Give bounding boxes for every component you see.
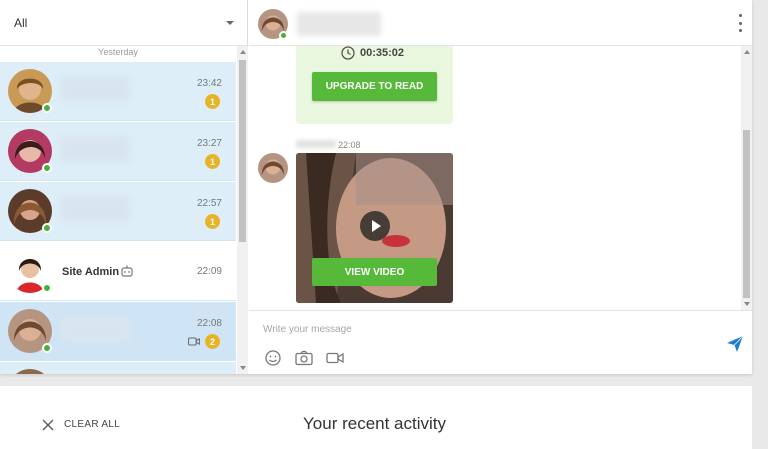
online-indicator — [279, 31, 288, 40]
timer: 00:35:02 — [360, 47, 405, 59]
message-time: 22:08 — [338, 140, 361, 150]
close-icon[interactable] — [42, 419, 54, 431]
clear-all-button[interactable]: CLEAR ALL — [64, 419, 120, 430]
blurred-username — [60, 196, 130, 222]
message-composer — [249, 310, 752, 374]
recent-activity-bar: CLEAR ALL Your recent activity — [0, 386, 752, 449]
recent-activity-title: Your recent activity — [303, 414, 446, 433]
message-input[interactable] — [263, 321, 703, 337]
chat-header — [249, 0, 752, 46]
conversation-time: 22:09 — [196, 266, 222, 277]
message-thread: 00:35:02 UPGRADE TO READ 22:08 VIEW VIDE — [249, 46, 741, 310]
upgrade-to-read-button[interactable]: UPGRADE TO READ — [312, 72, 437, 101]
kebab-menu-icon[interactable] — [734, 14, 746, 32]
online-indicator — [42, 283, 52, 293]
messenger-window: All Yesterday 23:42 1 23:27 1 22:57 1 Si… — [0, 0, 752, 374]
blurred-username — [297, 12, 381, 36]
scroll-up-arrow-icon[interactable] — [240, 50, 246, 54]
conversation-time: 22:08 — [196, 318, 222, 329]
chat-panel: 00:35:02 UPGRADE TO READ 22:08 VIEW VIDE — [249, 0, 752, 374]
view-video-button[interactable]: VIEW VIDEO — [312, 258, 437, 286]
filter-label: All — [14, 15, 28, 30]
filter-select[interactable]: All — [0, 0, 248, 46]
avatar — [258, 153, 288, 183]
video-camera-icon — [188, 337, 200, 346]
scroll-up-arrow-icon[interactable] — [744, 50, 750, 54]
locked-message: 00:35:02 UPGRADE TO READ — [296, 46, 453, 124]
thread-scrollbar[interactable] — [741, 46, 752, 310]
conversation-item[interactable]: 23:27 1 — [0, 122, 236, 181]
online-indicator — [42, 223, 52, 233]
conversation-list: 23:42 1 23:27 1 22:57 1 Site Admin 22:09… — [0, 62, 236, 374]
video-message[interactable]: VIEW VIDEO — [296, 153, 453, 303]
conversation-panel: All Yesterday 23:42 1 23:27 1 22:57 1 Si… — [0, 0, 248, 374]
conversation-time: 22:57 — [196, 198, 222, 209]
conversation-scrollbar[interactable] — [237, 46, 248, 374]
unread-badge: 1 — [205, 94, 220, 109]
scroll-down-arrow-icon[interactable] — [744, 302, 750, 306]
conversation-item[interactable]: 22:08 2 — [0, 302, 236, 361]
avatar — [8, 369, 52, 374]
video-camera-icon[interactable] — [325, 349, 345, 367]
blurred-sender — [296, 140, 336, 148]
bot-icon — [121, 265, 133, 277]
camera-icon[interactable] — [294, 349, 314, 367]
conversation-item[interactable]: 22:57 1 — [0, 182, 236, 241]
conversation-item-site-admin[interactable]: Site Admin 22:09 — [0, 242, 236, 301]
online-indicator — [42, 163, 52, 173]
send-icon[interactable] — [726, 335, 744, 353]
scrollbar-thumb[interactable] — [743, 130, 750, 298]
conversation-item[interactable]: 23:42 1 — [0, 62, 236, 121]
scrollbar-thumb[interactable] — [239, 60, 246, 242]
online-indicator — [42, 103, 52, 113]
conversation-name: Site Admin — [62, 266, 120, 278]
unread-badge: 1 — [205, 214, 220, 229]
conversation-item[interactable] — [0, 362, 236, 374]
conversation-time: 23:27 — [196, 138, 222, 149]
clock-icon — [341, 46, 355, 60]
chevron-down-icon — [226, 21, 234, 25]
blurred-username — [60, 136, 130, 162]
play-icon[interactable] — [360, 211, 390, 241]
day-separator: Yesterday — [98, 47, 138, 57]
scroll-down-arrow-icon[interactable] — [240, 366, 246, 370]
emoji-icon[interactable] — [263, 349, 283, 367]
online-indicator — [42, 343, 52, 353]
unread-badge: 2 — [205, 334, 220, 349]
blurred-username — [60, 316, 130, 342]
conversation-time: 23:42 — [196, 78, 222, 89]
blurred-username — [60, 76, 130, 102]
unread-badge: 1 — [205, 154, 220, 169]
